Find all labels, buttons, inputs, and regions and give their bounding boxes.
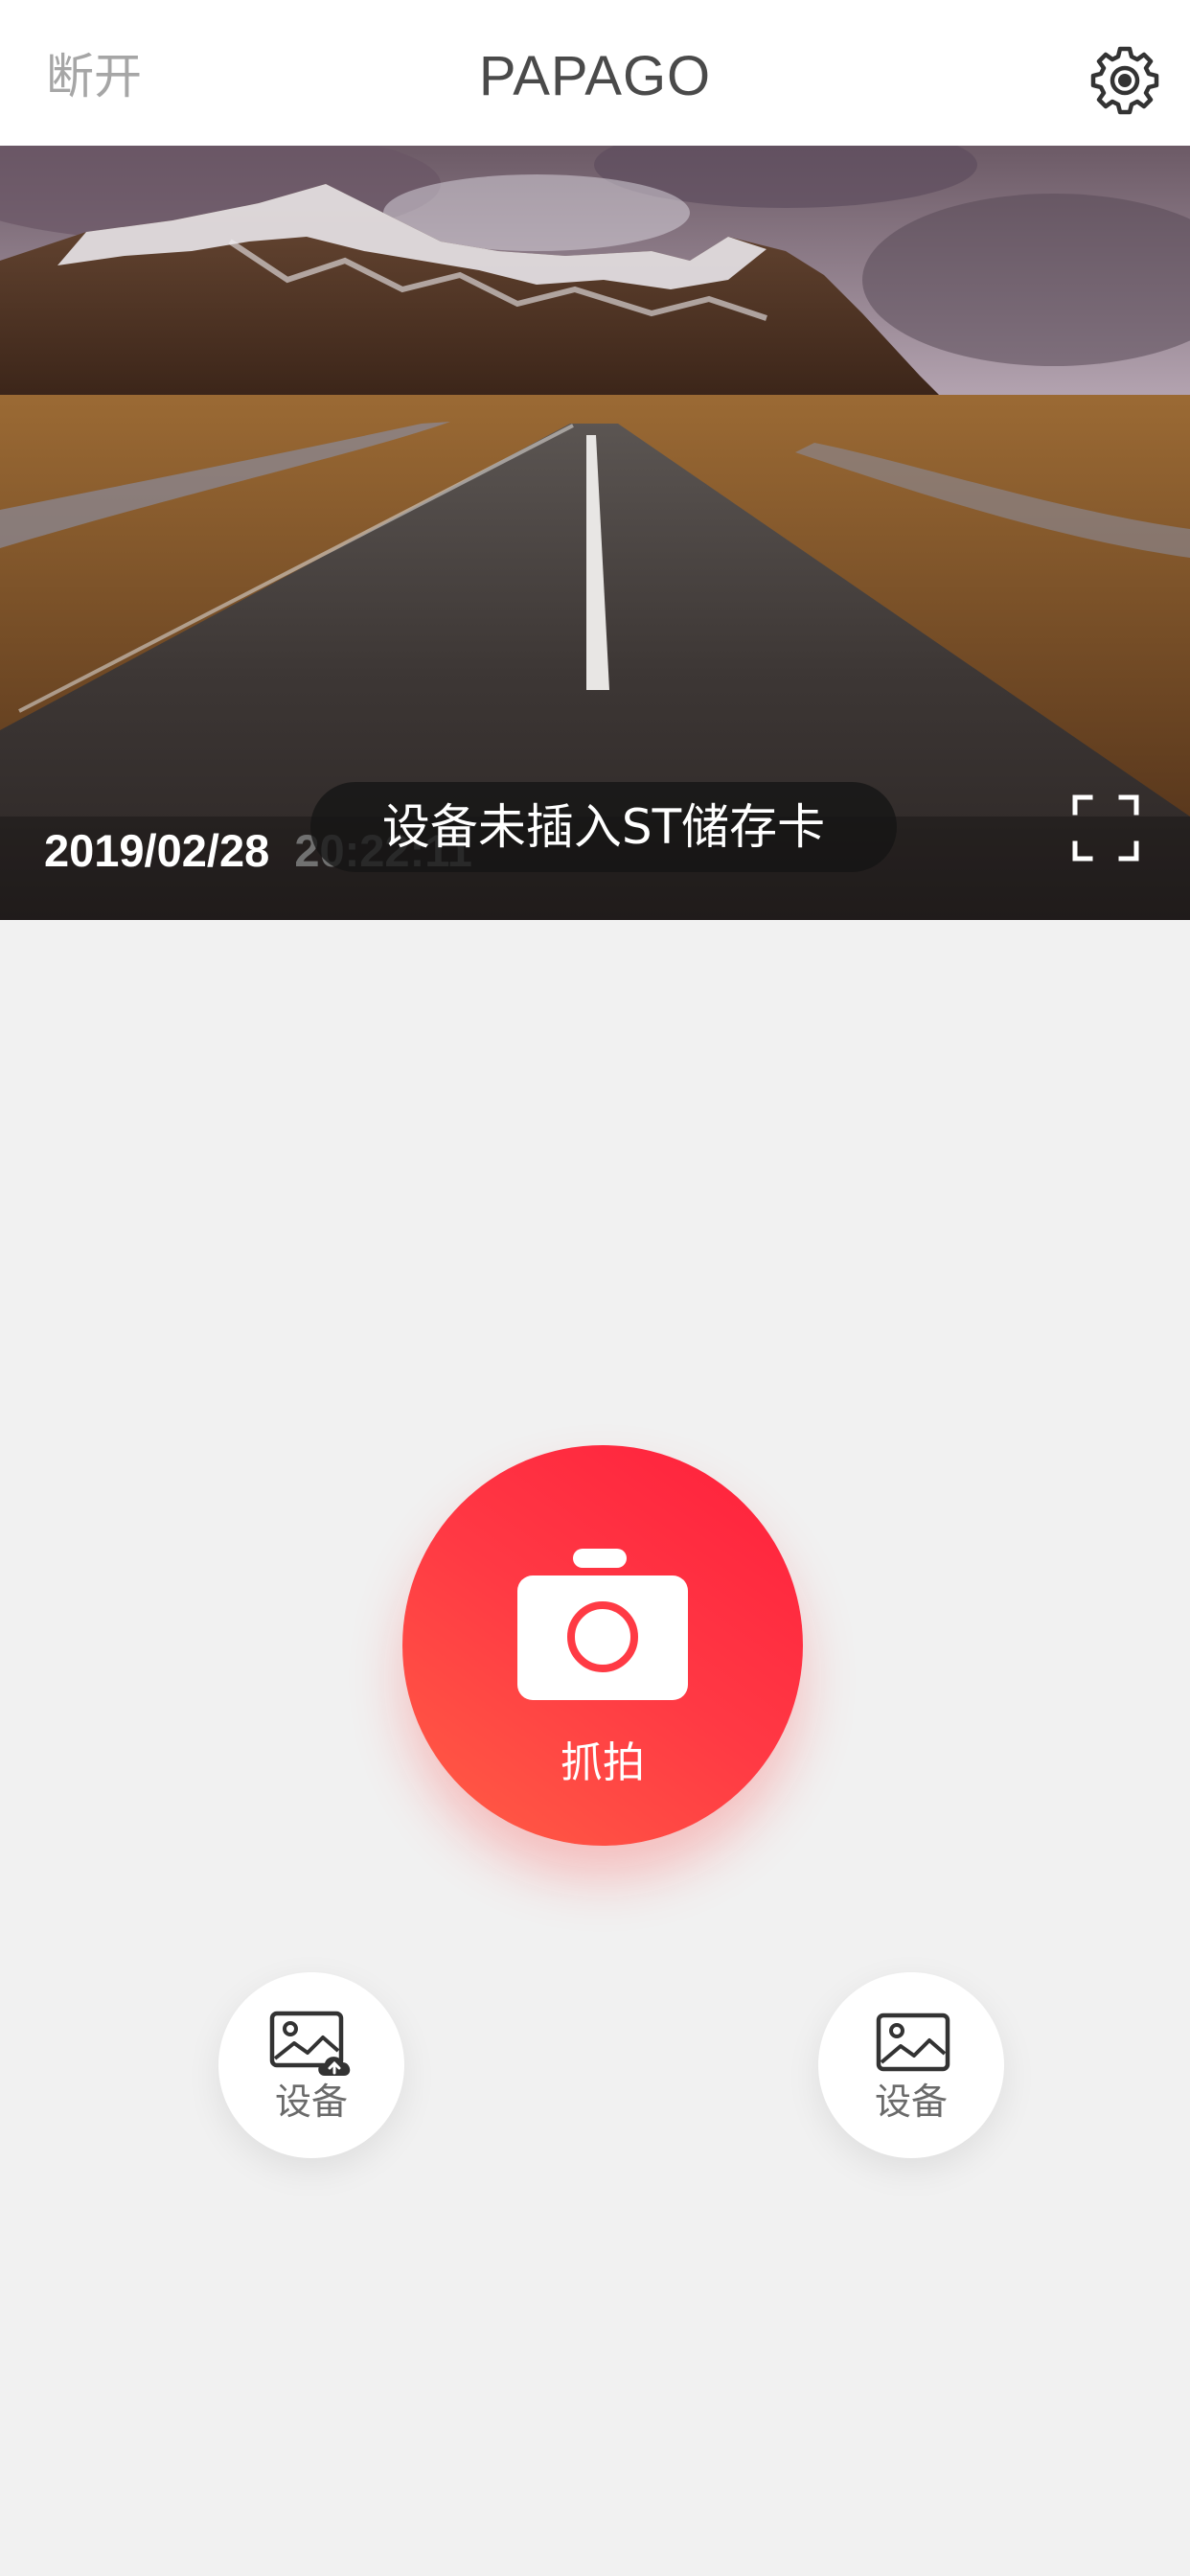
app-screen: 断开 PAPAGO 2019/02/28 设备未插入ST储存卡 抓拍 设备 设备: [0, 0, 1190, 2576]
fullscreen-icon[interactable]: [1071, 794, 1140, 862]
top-bar: 断开 PAPAGO: [0, 0, 1190, 146]
page-title: PAPAGO: [478, 45, 712, 107]
device-album-cloud-label: 设备: [274, 2081, 348, 2123]
gear-icon[interactable]: [1088, 44, 1161, 117]
capture-label: 抓拍: [561, 1738, 645, 1787]
sd-card-warning-toast: 设备未插入ST储存卡: [310, 782, 897, 872]
device-album-button[interactable]: 设备: [818, 1972, 1004, 2158]
video-preview[interactable]: 2019/02/28 20:22:11 设备未插入ST储存卡: [0, 146, 1190, 920]
device-album-cloud-button[interactable]: 设备: [218, 1972, 404, 2158]
image-cloud-icon: [269, 2011, 351, 2076]
camera-icon: [517, 1549, 688, 1700]
image-icon: [876, 2012, 950, 2072]
timestamp-date: 2019/02/28: [44, 825, 270, 876]
device-album-label: 设备: [874, 2081, 948, 2123]
capture-button[interactable]: 抓拍: [402, 1445, 803, 1846]
